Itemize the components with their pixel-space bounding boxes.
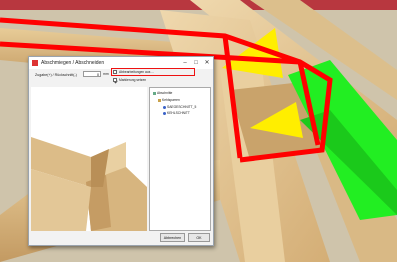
cancel-button[interactable]: Abbrechen — [160, 233, 185, 242]
abschmiegen-dialog[interactable]: Abschmiegen / Abschneiden – □ ✕ Zugabe(+… — [28, 56, 214, 246]
checkbox-abbearbeitungen[interactable] — [113, 70, 118, 84]
tree-group[interactable]: Kehlsparren — [158, 98, 180, 103]
tree-root[interactable]: Abschnitte — [153, 91, 172, 96]
checkbox-markierung[interactable] — [113, 78, 117, 82]
app-icon — [32, 60, 38, 66]
preview-pane[interactable] — [31, 87, 147, 231]
folder-icon — [158, 98, 161, 102]
tree-item-kehlschnitt[interactable]: KEHLSCHNITT — [163, 111, 190, 116]
ok-button[interactable]: OK — [188, 233, 210, 242]
checkbox-abbearbeitungen-label: Abbearbeitungen aus ... — [119, 69, 155, 74]
dialog-title: Abschmiegen / Abschneiden — [41, 60, 105, 66]
checkbox-markierung-label: Markierung setzen — [119, 77, 147, 82]
cut-icon — [163, 105, 166, 109]
close-button[interactable]: ✕ — [201, 57, 213, 69]
offset-label: Zugabe(+) / Rückschnitt(-) — [35, 73, 77, 77]
cut-icon — [163, 111, 166, 115]
tree-item-saegeschnitt[interactable]: SAEGESCHNITT_5 — [163, 105, 196, 110]
offset-unit: mm — [103, 72, 109, 76]
offset-input[interactable]: 0 — [83, 71, 101, 77]
cut-tree[interactable]: Abschnitte Kehlsparren SAEGESCHNITT_5 KE… — [149, 87, 211, 231]
folder-icon — [153, 91, 156, 95]
preview-3d-icon — [31, 137, 147, 231]
